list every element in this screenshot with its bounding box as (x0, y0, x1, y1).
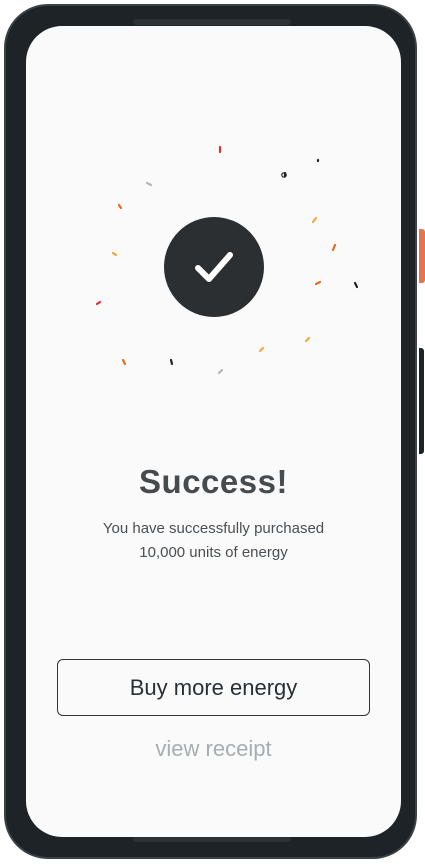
confetti-piece (331, 243, 337, 252)
view-receipt-link[interactable]: view receipt (26, 736, 401, 762)
confetti-piece (169, 358, 174, 366)
power-button (419, 229, 425, 283)
confetti-piece (145, 181, 153, 187)
confetti-piece (111, 251, 118, 257)
success-message: You have successfully purchased 10,000 u… (66, 517, 361, 565)
success-screen: Success! You have successfully purchased… (26, 26, 401, 837)
confetti-piece (314, 280, 322, 286)
buy-more-energy-button[interactable]: Buy more energy (57, 659, 370, 716)
speaker-top (133, 19, 291, 25)
confetti-piece (258, 346, 265, 353)
confetti-piece (353, 281, 359, 289)
success-message-line-2: 10,000 units of energy (139, 544, 288, 561)
success-title: Success! (139, 463, 288, 500)
confetti-piece (95, 300, 102, 306)
confetti-piece (311, 216, 318, 224)
success-message-line-1: You have successfully purchased (102, 520, 325, 537)
success-check-badge (164, 217, 264, 317)
confetti-piece (121, 358, 127, 366)
confetti-piece (304, 336, 311, 343)
checkmark-icon (195, 252, 233, 282)
volume-button (419, 348, 424, 454)
confetti-piece (117, 203, 123, 210)
confetti-piece (217, 368, 224, 375)
